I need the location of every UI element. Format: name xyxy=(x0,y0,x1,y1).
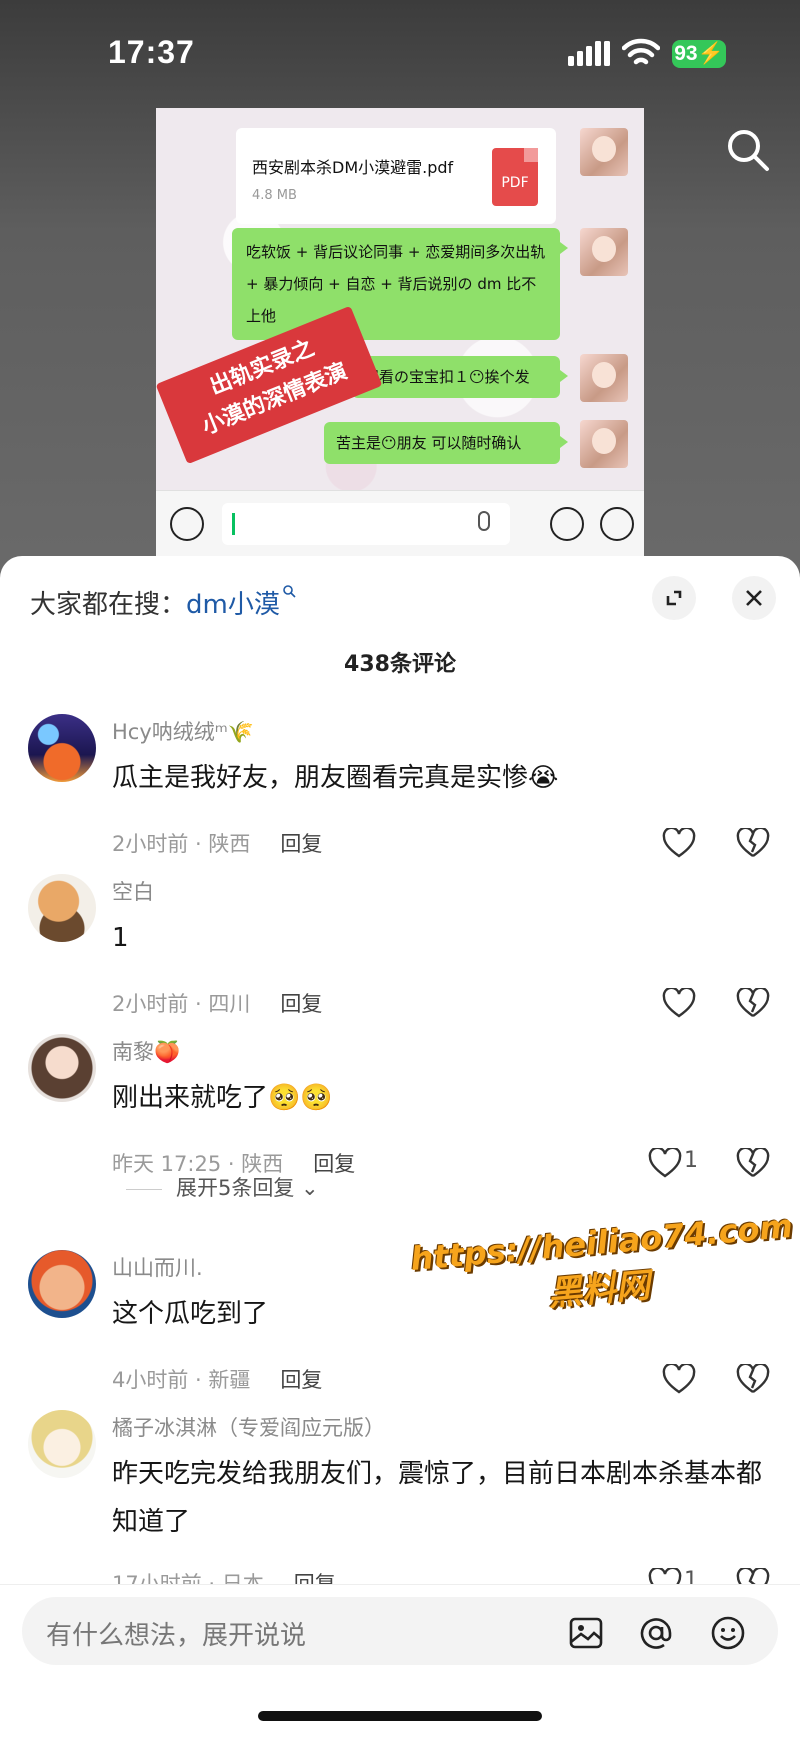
comment-text: 刚出来就吃了🥺🥺 xyxy=(112,1083,333,1113)
emoji-icon[interactable] xyxy=(710,1615,746,1651)
file-size: 4.8 MB xyxy=(252,188,297,203)
plus-icon xyxy=(600,507,634,541)
close-button[interactable] xyxy=(732,576,776,620)
avatar[interactable] xyxy=(28,1250,96,1318)
file-name: 西安剧本杀DM小漠避雷.pdf xyxy=(252,158,454,177)
heart-icon[interactable] xyxy=(648,1148,682,1178)
sender-avatar xyxy=(580,228,628,276)
avatar[interactable] xyxy=(28,1034,96,1102)
search-keyword-link[interactable]: dm小漠 xyxy=(186,590,280,620)
comment-text: 瓜主是我好友，朋友圈看完真是实惨😭 xyxy=(112,763,559,793)
mention-icon[interactable] xyxy=(638,1615,674,1651)
text-caret xyxy=(232,513,235,535)
chat-bubble: 苦主是😶朋友 可以随时确认 xyxy=(324,422,568,464)
comment-author[interactable]: 南黎🍑 xyxy=(112,1036,180,1066)
search-small-icon xyxy=(283,585,296,598)
comment-text: 1 xyxy=(112,923,129,953)
chat-bubble: 吃软饭 + 背后议论同事 + 恋爱期间多次出轨+ 暴力倾向 + 自恋 + 背后说… xyxy=(232,228,568,340)
avatar[interactable] xyxy=(28,714,96,782)
expand-button[interactable] xyxy=(652,576,696,620)
broken-heart-icon[interactable] xyxy=(736,828,770,858)
comment-author[interactable]: Hcy呐绒绒ᵐ🌾 xyxy=(112,716,254,746)
comment-author[interactable]: 山山而川. xyxy=(112,1252,203,1282)
sender-avatar xyxy=(580,354,628,402)
clock: 17:37 xyxy=(108,34,195,70)
close-icon xyxy=(746,590,762,606)
sender-avatar xyxy=(580,128,628,176)
wifi-icon xyxy=(622,38,660,65)
search-suggestion[interactable]: 大家都在搜：dm小漠 xyxy=(30,584,296,621)
heart-icon[interactable] xyxy=(662,988,696,1018)
comment-author[interactable]: 橘子冰淇淋（专爱阎应元版） xyxy=(112,1412,385,1442)
comment-time-location: 2小时前 · 陕西 xyxy=(112,832,251,856)
reply-button[interactable]: 回复 xyxy=(280,1368,322,1392)
expand-replies-button[interactable]: 展开5条回复 ⌄ xyxy=(126,1172,319,1202)
broken-heart-icon[interactable] xyxy=(736,1148,770,1178)
chat-text-field xyxy=(222,503,510,545)
chat-screenshot-image: 西安剧本杀DM小漠避雷.pdf 4.8 MB PDF 吃软饭 + 背后议论同事 … xyxy=(156,108,644,556)
comment-input-placeholder: 有什么想法，展开说说 xyxy=(46,1621,307,1651)
comment-author[interactable]: 空白 xyxy=(112,876,154,906)
file-message: 西安剧本杀DM小漠避雷.pdf 4.8 MB PDF xyxy=(236,128,556,224)
comment-meta: 2小时前 · 四川 回复 xyxy=(112,988,322,1018)
emoji-icon xyxy=(550,507,584,541)
chat-bubble: 想看の宝宝扣１😶挨个发 xyxy=(352,356,568,398)
comments-sheet: 大家都在搜：dm小漠 438条评论 Hcy呐绒绒ᵐ🌾 瓜主是我好友，朋友圈看完真… xyxy=(0,556,800,1736)
pdf-icon: PDF xyxy=(492,148,538,206)
heart-icon[interactable] xyxy=(662,828,696,858)
voice-icon xyxy=(170,507,204,541)
reply-button[interactable]: 回复 xyxy=(313,1152,355,1176)
comment-time-location: 4小时前 · 新疆 xyxy=(112,1368,251,1392)
expand-icon xyxy=(666,590,682,606)
broken-heart-icon[interactable] xyxy=(736,1364,770,1394)
reply-button[interactable]: 回复 xyxy=(280,992,322,1016)
comment-text: 昨天吃完发给我朋友们，震惊了，目前日本剧本杀基本都知道了 xyxy=(112,1459,763,1537)
comment-count: 438条评论 xyxy=(344,652,456,677)
reply-button[interactable]: 回复 xyxy=(280,832,322,856)
like-count: 1 xyxy=(684,1148,698,1173)
comment-input[interactable]: 有什么想法，展开说说 xyxy=(22,1597,778,1665)
status-bar: 17:37 93⚡ xyxy=(0,0,800,100)
avatar[interactable] xyxy=(28,874,96,942)
sender-avatar xyxy=(580,420,628,468)
search-icon[interactable] xyxy=(726,128,770,172)
signal-icon xyxy=(568,41,610,66)
comment-meta: 4小时前 · 新疆 回复 xyxy=(112,1364,322,1394)
broken-heart-icon[interactable] xyxy=(736,988,770,1018)
battery-indicator: 93⚡ xyxy=(672,40,726,68)
battery-level: 93 xyxy=(674,42,698,65)
image-icon[interactable] xyxy=(568,1615,604,1651)
avatar[interactable] xyxy=(28,1410,96,1478)
microphone-icon xyxy=(478,511,490,531)
heart-icon[interactable] xyxy=(662,1364,696,1394)
search-hint-label: 大家都在搜： xyxy=(30,590,187,620)
chat-input-bar xyxy=(156,490,644,556)
comment-time-location: 2小时前 · 四川 xyxy=(112,992,251,1016)
comment-input-bar: 有什么想法，展开说说 xyxy=(0,1584,800,1737)
comment-meta: 2小时前 · 陕西 回复 xyxy=(112,828,322,858)
home-indicator xyxy=(258,1711,542,1721)
